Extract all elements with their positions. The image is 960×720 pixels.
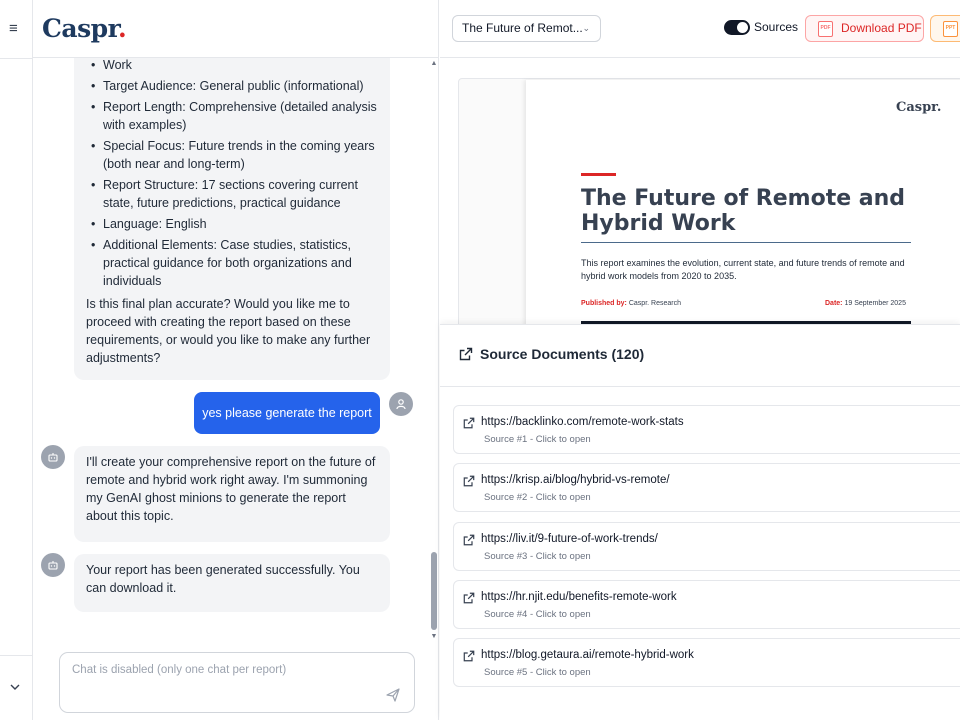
message-list: Work Target Audience: General public (in… (33, 58, 439, 643)
plan-item: Target Audience: General public (informa… (91, 77, 378, 95)
external-link-icon (463, 417, 475, 429)
ai-message: I'll create your comprehensive report on… (74, 446, 390, 542)
external-link-icon (459, 347, 473, 361)
bot-icon (48, 561, 58, 570)
external-link-icon (463, 592, 475, 604)
report-logo: Caspr. (896, 100, 942, 115)
chevron-down-icon: ⌄ (582, 23, 590, 33)
source-item[interactable]: https://liv.it/9-future-of-work-trends/ … (453, 522, 960, 571)
divider (0, 58, 33, 59)
external-link-icon (463, 534, 475, 546)
sources-toggle-label: Sources (754, 20, 799, 34)
report-cover-page: Caspr. The Future of Remote and Hybrid W… (526, 80, 960, 324)
report-title: The Future of Remote and Hybrid Work (581, 186, 906, 236)
source-subtitle: Source #3 - Click to open (484, 551, 591, 562)
source-documents-header: Source Documents (120) (440, 325, 960, 387)
divider (0, 655, 33, 656)
report-select[interactable]: The Future of Remot... ⌄ (452, 15, 601, 42)
plan-item: Additional Elements: Case studies, stati… (91, 236, 378, 290)
file-icon: PPT (943, 21, 958, 37)
source-subtitle: Source #1 - Click to open (484, 434, 591, 445)
user-message: yes please generate the report (194, 392, 380, 434)
brand-name: Caspr (42, 14, 119, 43)
source-item[interactable]: https://krisp.ai/blog/hybrid-vs-remote/ … (453, 463, 960, 512)
plan-item: Work (91, 58, 378, 74)
plan-item: Report Length: Comprehensive (detailed a… (91, 98, 378, 134)
external-link-icon (463, 650, 475, 662)
chat-header: Caspr. (33, 0, 439, 58)
plan-list: Work Target Audience: General public (in… (86, 58, 378, 290)
app-root: ≡ Caspr. Work Target Audience: General p… (0, 0, 960, 720)
user-icon (396, 399, 406, 410)
source-item[interactable]: https://hr.njit.edu/benefits-remote-work… (453, 580, 960, 629)
accent-bar (581, 173, 616, 176)
user-avatar (389, 392, 413, 416)
source-url: https://hr.njit.edu/benefits-remote-work (481, 591, 677, 603)
report-panel: The Future of Remot... ⌄ Sources PDF Dow… (440, 0, 960, 720)
bot-icon (48, 453, 58, 462)
external-link-icon (463, 475, 475, 487)
title-rule (581, 242, 911, 243)
plan-item: Report Structure: 17 sections covering c… (91, 176, 378, 212)
source-url: https://liv.it/9-future-of-work-trends/ (481, 533, 658, 545)
hamburger-menu-icon[interactable]: ≡ (9, 21, 23, 36)
published-by-label: Published by: (581, 300, 627, 307)
source-item[interactable]: https://backlinko.com/remote-work-stats … (453, 405, 960, 454)
pdf-file-icon: PDF (818, 21, 833, 37)
source-url: https://backlinko.com/remote-work-stats (481, 416, 684, 428)
source-subtitle: Source #4 - Click to open (484, 609, 591, 620)
source-subtitle: Source #5 - Click to open (484, 667, 591, 678)
brand-dot: . (118, 14, 127, 43)
chat-scrollbar[interactable]: ▲ ▼ (430, 60, 438, 640)
chat-input-placeholder: Chat is disabled (only one chat per repo… (72, 664, 287, 676)
report-preview[interactable]: Caspr. The Future of Remote and Hybrid W… (440, 58, 960, 324)
published-by-value: Caspr. Research (628, 300, 681, 307)
source-url: https://blog.getaura.ai/remote-hybrid-wo… (481, 649, 694, 661)
chevron-down-icon[interactable] (8, 680, 22, 694)
source-documents-panel: Source Documents (120) https://backlinko… (440, 324, 960, 720)
download-pdf-label: Download PDF (841, 21, 922, 35)
send-icon[interactable] (385, 687, 401, 703)
scroll-down-arrow-icon[interactable]: ▼ (430, 633, 438, 641)
report-select-value: The Future of Remot... (462, 21, 583, 35)
report-toolbar: The Future of Remot... ⌄ Sources PDF Dow… (440, 0, 960, 58)
toggle-knob (737, 22, 748, 33)
date-value: 19 September 2025 (844, 300, 906, 307)
date-label: Date: (825, 300, 843, 307)
plan-question: Is this final plan accurate? Would you l… (86, 297, 371, 365)
download-other-button[interactable]: PPT (930, 15, 960, 42)
scrollbar-thumb[interactable] (431, 552, 437, 630)
plan-item: Special Focus: Future trends in the comi… (91, 137, 378, 173)
plan-item: Language: English (91, 215, 378, 233)
sources-toggle[interactable] (724, 20, 750, 35)
report-description: This report examines the evolution, curr… (581, 258, 905, 281)
source-item[interactable]: https://blog.getaura.ai/remote-hybrid-wo… (453, 638, 960, 687)
chat-panel: Caspr. Work Target Audience: General pub… (33, 0, 439, 720)
brand-logo[interactable]: Caspr. (42, 14, 127, 43)
left-rail: ≡ (0, 0, 33, 720)
scroll-up-arrow-icon[interactable]: ▲ (430, 60, 438, 68)
source-subtitle: Source #2 - Click to open (484, 492, 591, 503)
ai-message: Your report has been generated successfu… (74, 554, 390, 612)
bot-avatar (41, 553, 65, 577)
chat-input[interactable]: Chat is disabled (only one chat per repo… (59, 652, 415, 713)
report-date: Date: 19 September 2025 (825, 300, 906, 307)
published-by: Published by: Caspr. Research (581, 300, 681, 307)
ai-message-plan: Work Target Audience: General public (in… (74, 58, 390, 380)
bot-avatar (41, 445, 65, 469)
source-url: https://krisp.ai/blog/hybrid-vs-remote/ (481, 474, 670, 486)
source-documents-title: Source Documents (120) (480, 346, 645, 362)
download-pdf-button[interactable]: PDF Download PDF (805, 15, 924, 42)
